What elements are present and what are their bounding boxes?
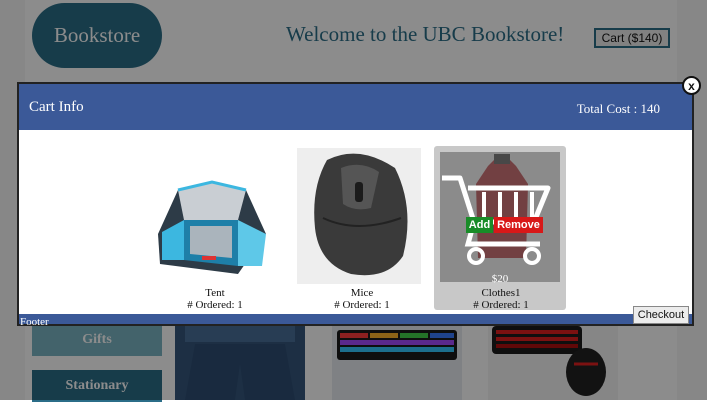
item-ordered-count: # Ordered: 1 bbox=[334, 299, 390, 311]
total-cost: Total Cost : 140 bbox=[576, 101, 660, 116]
footer-label: Footer bbox=[20, 316, 49, 328]
item-name: Tent bbox=[205, 287, 225, 299]
mouse-image bbox=[297, 148, 421, 284]
close-button-label: x bbox=[688, 78, 695, 93]
item-price: $20 bbox=[491, 273, 509, 285]
item-hover-overlay: Add Remove $20 bbox=[440, 152, 560, 285]
add-button[interactable]: Add bbox=[466, 217, 493, 233]
remove-button[interactable]: Remove bbox=[494, 217, 543, 233]
checkout-button[interactable]: Checkout bbox=[633, 306, 689, 324]
item-ordered-count: # Ordered: 1 bbox=[473, 299, 529, 311]
remove-button-label: Remove bbox=[497, 219, 540, 231]
checkout-button-label: Checkout bbox=[637, 309, 685, 321]
item-ordered-count: # Ordered: 1 bbox=[187, 299, 243, 311]
item-name: Mice bbox=[350, 287, 374, 299]
modal-title: Cart Info bbox=[29, 99, 84, 115]
item-name: Clothes1 bbox=[481, 287, 521, 299]
close-icon[interactable]: x bbox=[682, 76, 701, 95]
add-button-label: Add bbox=[468, 219, 491, 231]
shopping-cart-icon bbox=[442, 175, 551, 265]
modal-header: Cart Info Total Cost : 140 bbox=[19, 84, 692, 130]
tent-image bbox=[150, 148, 274, 284]
modal-footer bbox=[19, 314, 692, 324]
